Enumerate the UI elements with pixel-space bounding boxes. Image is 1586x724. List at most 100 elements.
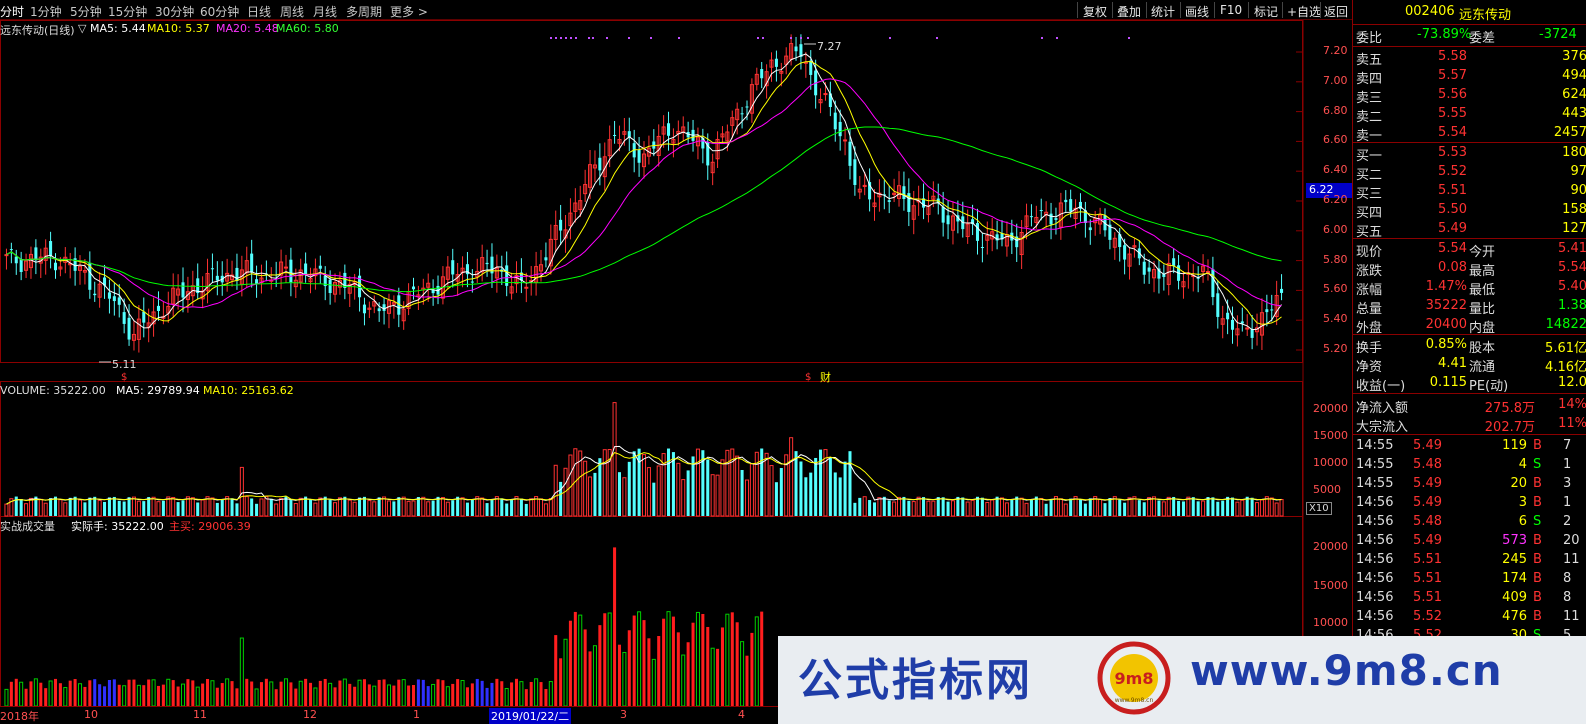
candle-body xyxy=(524,286,529,289)
candle-body xyxy=(1088,227,1092,231)
wei-bi-value: -73.89% xyxy=(1417,27,1472,42)
candle-body xyxy=(156,305,161,311)
real-volume-bar xyxy=(500,681,504,706)
tick-price: 5.49 xyxy=(1413,438,1442,453)
date-axis-label: 11 xyxy=(193,708,207,721)
stat-value: 1.47% xyxy=(1425,279,1467,294)
real-volume-bar xyxy=(176,686,180,706)
event-dot xyxy=(588,37,590,39)
real-volume-bar xyxy=(308,682,313,706)
tab-daily[interactable]: 日线 xyxy=(247,3,271,20)
date-axis-label: 2019/01/22/二 xyxy=(489,708,572,724)
ma5-label: MA5: 5.44 xyxy=(90,22,146,35)
volume-bar xyxy=(862,496,867,517)
real-volume-bar xyxy=(191,680,195,706)
stats-button[interactable]: 统计 xyxy=(1151,3,1175,20)
real-volume-bar xyxy=(161,684,165,706)
flow-row: 净流入额 275.8万 14% xyxy=(1353,396,1586,416)
tick-volume: 3 xyxy=(1518,495,1527,510)
volume-bar xyxy=(950,500,955,517)
real-volume-bar xyxy=(451,683,455,706)
kline-chart[interactable]: $ $ xyxy=(0,20,1352,724)
real-volume-bar xyxy=(598,625,602,706)
bid-price: 5.50 xyxy=(1438,202,1467,217)
stat-value: 5.41 xyxy=(1558,241,1586,256)
real-volume-bar xyxy=(225,678,230,707)
candle-body xyxy=(1230,319,1235,330)
f10-button[interactable]: F10 xyxy=(1220,3,1242,17)
candle-body xyxy=(975,223,980,241)
adjust-button[interactable]: 复权 xyxy=(1083,3,1107,20)
ask-volume: 494 xyxy=(1562,68,1586,83)
candle-body xyxy=(117,297,121,305)
finance-marker[interactable]: 财 xyxy=(820,369,831,385)
stat-row: 总量 35222 量比 1.38 xyxy=(1353,297,1586,317)
volume-bar xyxy=(382,496,387,517)
stat-value: 12.0 xyxy=(1558,375,1586,390)
chart-area[interactable]: $ $ 远东传动(日线) ▽ MA5: 5.44 MA10: 5.37 MA20:… xyxy=(0,20,1352,724)
tick-count: 1 xyxy=(1563,495,1572,510)
tick-row: 14:55 5.49 20 B 3 xyxy=(1353,475,1586,494)
tick-volume: 573 xyxy=(1502,533,1527,548)
volume-bar xyxy=(819,449,823,516)
tab-30min[interactable]: 30分钟 xyxy=(155,3,194,20)
tab-15min[interactable]: 15分钟 xyxy=(108,3,147,20)
tick-row: 14:56 5.52 476 B 11 xyxy=(1353,608,1586,627)
bid-level-label: 买一 xyxy=(1356,149,1383,164)
tab-monthly[interactable]: 月线 xyxy=(313,3,337,20)
stat-row: 外盘 20400 内盘 14822 xyxy=(1353,316,1586,336)
real-volume-bar xyxy=(632,615,636,706)
real-volume-bar xyxy=(377,679,381,706)
real-volume-bar xyxy=(298,680,303,707)
volume-bar xyxy=(1132,496,1137,517)
volume-bar xyxy=(911,501,916,517)
volume-bar xyxy=(789,437,794,517)
toolbar-separator xyxy=(1112,2,1113,18)
real-volume-bar xyxy=(83,686,87,706)
tab-multi-period[interactable]: 多周期 xyxy=(346,3,382,20)
volume-bar xyxy=(1024,502,1029,517)
candle-body xyxy=(1265,309,1269,313)
tab-60min[interactable]: 60分钟 xyxy=(200,3,239,20)
volume-bar xyxy=(999,497,1005,517)
tab-more[interactable]: 更多 > xyxy=(390,3,428,20)
real-volume-bar xyxy=(460,679,465,707)
real-volume-bar xyxy=(647,638,651,706)
draw-button[interactable]: 画线 xyxy=(1185,3,1209,20)
tick-price: 5.51 xyxy=(1413,590,1442,605)
volume-bar xyxy=(1235,501,1240,517)
overlay-button[interactable]: 叠加 xyxy=(1117,3,1141,20)
tab-5min[interactable]: 5分钟 xyxy=(70,3,102,20)
volume-bar xyxy=(1221,500,1225,516)
volume-unit-badge: X10 xyxy=(1306,502,1332,515)
real-volume-bar xyxy=(490,682,494,706)
volume-bar xyxy=(946,501,950,516)
ma-indicator-icon[interactable]: ▽ xyxy=(78,22,86,35)
real-volume-bar xyxy=(382,679,386,706)
volume-bar xyxy=(524,503,528,516)
mark-button[interactable]: 标记 xyxy=(1254,3,1278,20)
candle-body xyxy=(1172,258,1176,266)
tab-weekly[interactable]: 周线 xyxy=(280,3,304,20)
add-watchlist-button[interactable]: +自选 xyxy=(1287,3,1321,20)
candle-body xyxy=(382,304,386,311)
stat-row: 收益(一) 0.115 PE(动) 12.0 xyxy=(1353,374,1586,394)
real-volume-bar xyxy=(456,679,460,706)
candle-body xyxy=(235,267,239,281)
real-volume-bar xyxy=(676,632,680,706)
volume-bar xyxy=(828,457,832,516)
volume-bar xyxy=(38,498,43,517)
candle-body xyxy=(843,139,848,142)
real-volume-tick-label: 15000 xyxy=(1313,579,1348,592)
real-volume-bar xyxy=(627,630,631,706)
back-button[interactable]: 返回 xyxy=(1324,3,1348,20)
real-volume-bar xyxy=(357,679,362,707)
date-axis-label: 12 xyxy=(303,708,317,721)
bid-volume: 180 xyxy=(1562,145,1586,160)
banner-title: 公式指标网 xyxy=(798,655,1033,706)
tab-1min[interactable]: 1分钟 xyxy=(30,3,62,20)
real-volume-bar xyxy=(559,658,563,706)
tab-intraday[interactable]: 分时 xyxy=(0,3,24,20)
real-volume-bar xyxy=(274,689,278,706)
toolbar-separator xyxy=(1248,2,1249,18)
